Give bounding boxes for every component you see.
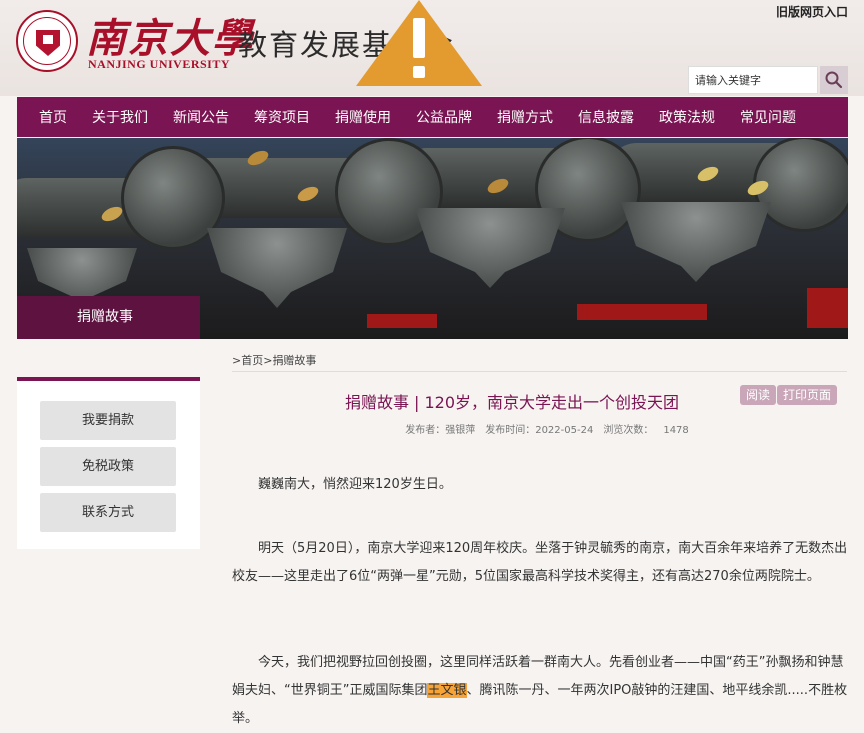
article-paragraph: 今天，我们把视野拉回创投圈，这里同样活跃着一群南大人。先看创业者——中国“药王”… bbox=[232, 649, 849, 733]
publisher-value: 强银萍 bbox=[445, 425, 476, 436]
nav-item-home[interactable]: 首页 bbox=[17, 107, 78, 127]
divider bbox=[232, 371, 847, 372]
views-count: 1478 bbox=[663, 425, 689, 436]
article-meta: 发布者：强银萍 发布时间：2022-05-24 浏览次数： 1478 bbox=[232, 421, 862, 436]
read-aloud-button[interactable]: 阅读 bbox=[740, 385, 777, 405]
article-paragraph: 明天（5月20日），南京大学迎来120周年校庆。坐落于钟灵毓秀的南京，南大百余年… bbox=[232, 541, 848, 584]
logo-english-name: NANJING UNIVERSITY bbox=[88, 57, 231, 71]
old-version-link[interactable]: 旧版网页入口 bbox=[776, 3, 848, 20]
nav-item-about[interactable]: 关于我们 bbox=[81, 107, 159, 127]
search-icon bbox=[825, 71, 843, 89]
nav-item-faq[interactable]: 常见问题 bbox=[729, 107, 807, 127]
banner-image: 捐赠故事 bbox=[17, 138, 848, 339]
nav-item-donation-use[interactable]: 捐赠使用 bbox=[324, 107, 402, 127]
breadcrumb-separator: > bbox=[232, 354, 242, 367]
red-beam bbox=[367, 314, 437, 328]
article-paragraph: 巍巍南大，悄然迎来120岁生日。 bbox=[258, 477, 452, 492]
publish-time-value: 2022-05-24 bbox=[535, 425, 594, 436]
roof-tile-drip bbox=[415, 208, 565, 288]
sidebar: 我要捐款 免税政策 联系方式 bbox=[17, 377, 200, 549]
search-button[interactable] bbox=[820, 66, 848, 94]
breadcrumb-home[interactable]: 首页 bbox=[241, 354, 263, 367]
views-label: 浏览次数： bbox=[603, 425, 654, 436]
red-beam bbox=[807, 288, 848, 328]
nav-item-news[interactable]: 新闻公告 bbox=[162, 107, 240, 127]
donate-button[interactable]: 我要捐款 bbox=[40, 401, 176, 440]
nav-item-donation-methods[interactable]: 捐赠方式 bbox=[486, 107, 564, 127]
print-page-button[interactable]: 打印页面 bbox=[777, 385, 838, 405]
highlighted-text[interactable]: 王文银 bbox=[427, 683, 467, 698]
nav-item-disclosure[interactable]: 信息披露 bbox=[567, 107, 645, 127]
breadcrumb: >首页>捐赠故事 bbox=[232, 352, 316, 368]
publisher-label: 发布者： bbox=[405, 425, 446, 436]
nav-item-policies[interactable]: 政策法规 bbox=[648, 107, 726, 127]
tax-exemption-button[interactable]: 免税政策 bbox=[40, 447, 176, 486]
site-header: 南京大學 NANJING UNIVERSITY 教育发展基金会 旧版网页入口 bbox=[0, 0, 864, 96]
publish-time-label: 发布时间： bbox=[485, 425, 536, 436]
warning-triangle-icon bbox=[356, 0, 482, 86]
breadcrumb-current[interactable]: 捐赠故事 bbox=[272, 354, 316, 367]
roof-tile-drip bbox=[207, 228, 347, 308]
search-input[interactable] bbox=[688, 66, 818, 94]
red-beam bbox=[577, 304, 707, 320]
university-seal-logo[interactable] bbox=[16, 10, 78, 72]
nav-item-charity-brand[interactable]: 公益品牌 bbox=[405, 107, 483, 127]
banner-section-label: 捐赠故事 bbox=[17, 296, 200, 339]
search-box bbox=[688, 66, 848, 94]
nav-item-projects[interactable]: 筹资项目 bbox=[243, 107, 321, 127]
article-title: 捐赠故事 | 120岁，南京大学走出一个创投天团 bbox=[344, 393, 680, 412]
main-nav: 首页 关于我们 新闻公告 筹资项目 捐赠使用 公益品牌 捐赠方式 信息披露 政策… bbox=[17, 97, 848, 137]
roof-tile-drip bbox=[621, 202, 771, 282]
contact-button[interactable]: 联系方式 bbox=[40, 493, 176, 532]
logo-chinese-name[interactable]: 南京大學 bbox=[86, 6, 254, 64]
